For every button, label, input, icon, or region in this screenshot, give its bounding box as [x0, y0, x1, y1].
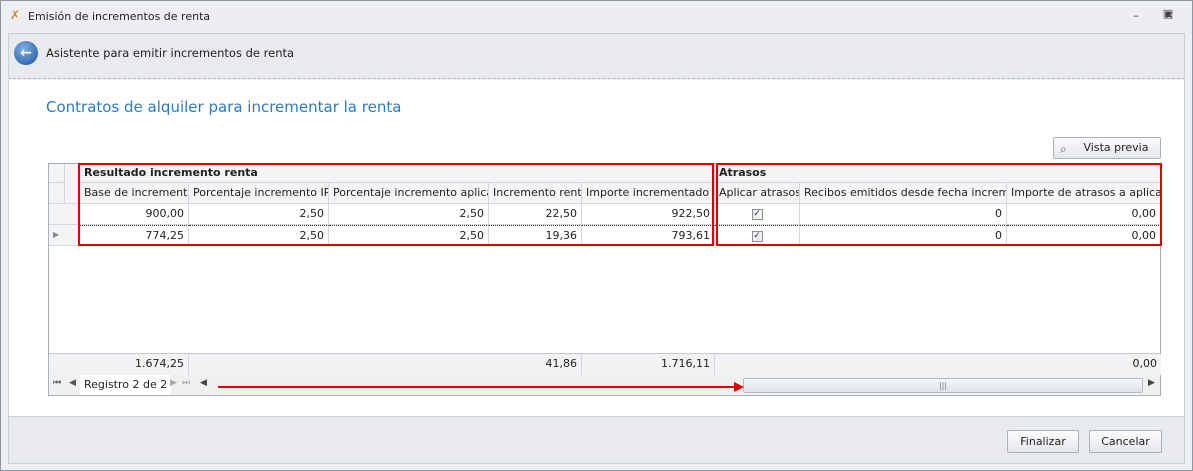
first-record-icon[interactable]: ⏮: [53, 378, 61, 388]
row-indicator[interactable]: [49, 204, 80, 225]
preview-button[interactable]: ⌕ Vista previa: [1053, 137, 1161, 159]
finish-button[interactable]: Finalizar: [1007, 430, 1079, 453]
wrench-icon: ✗: [10, 8, 21, 22]
total-incremento: 41,86: [489, 354, 582, 375]
row-indicator-current[interactable]: ▶: [49, 225, 80, 246]
back-arrow-icon[interactable]: ←: [14, 41, 38, 65]
last-record-icon[interactable]: ⏭: [182, 378, 190, 388]
total-atrasos: 0,00: [1007, 354, 1161, 375]
preview-label: Vista previa: [1083, 141, 1149, 154]
cancel-button[interactable]: Cancelar: [1089, 430, 1162, 453]
highlight-atrasos: [716, 163, 1162, 246]
scroll-right-icon[interactable]: ▶: [1148, 378, 1155, 388]
next-record-icon[interactable]: ▶: [170, 378, 177, 388]
total-base: 1.674,25: [80, 354, 189, 375]
window-title: Emisión de incrementos de renta: [28, 10, 211, 23]
record-indicator: Registro 2 de 2: [80, 375, 172, 395]
page-title: Contratos de alquiler para incrementar l…: [46, 98, 402, 116]
magnifier-icon: ⌕: [1060, 142, 1067, 156]
prev-record-icon[interactable]: ◀: [69, 378, 76, 388]
scroll-left-icon[interactable]: ◀: [200, 378, 207, 388]
minimize-button[interactable]: –: [1128, 9, 1144, 23]
highlight-resultado: [78, 163, 714, 246]
wizard-title: Asistente para emitir incrementos de ren…: [46, 46, 295, 60]
total-importe: 1.716,11: [582, 354, 715, 375]
corner-cell: [49, 164, 65, 183]
horizontal-scrollbar-thumb[interactable]: |||: [743, 378, 1143, 393]
red-arrow: [218, 382, 744, 392]
indicator-header: [49, 183, 65, 204]
close-button[interactable]: ✕: [1161, 9, 1177, 23]
